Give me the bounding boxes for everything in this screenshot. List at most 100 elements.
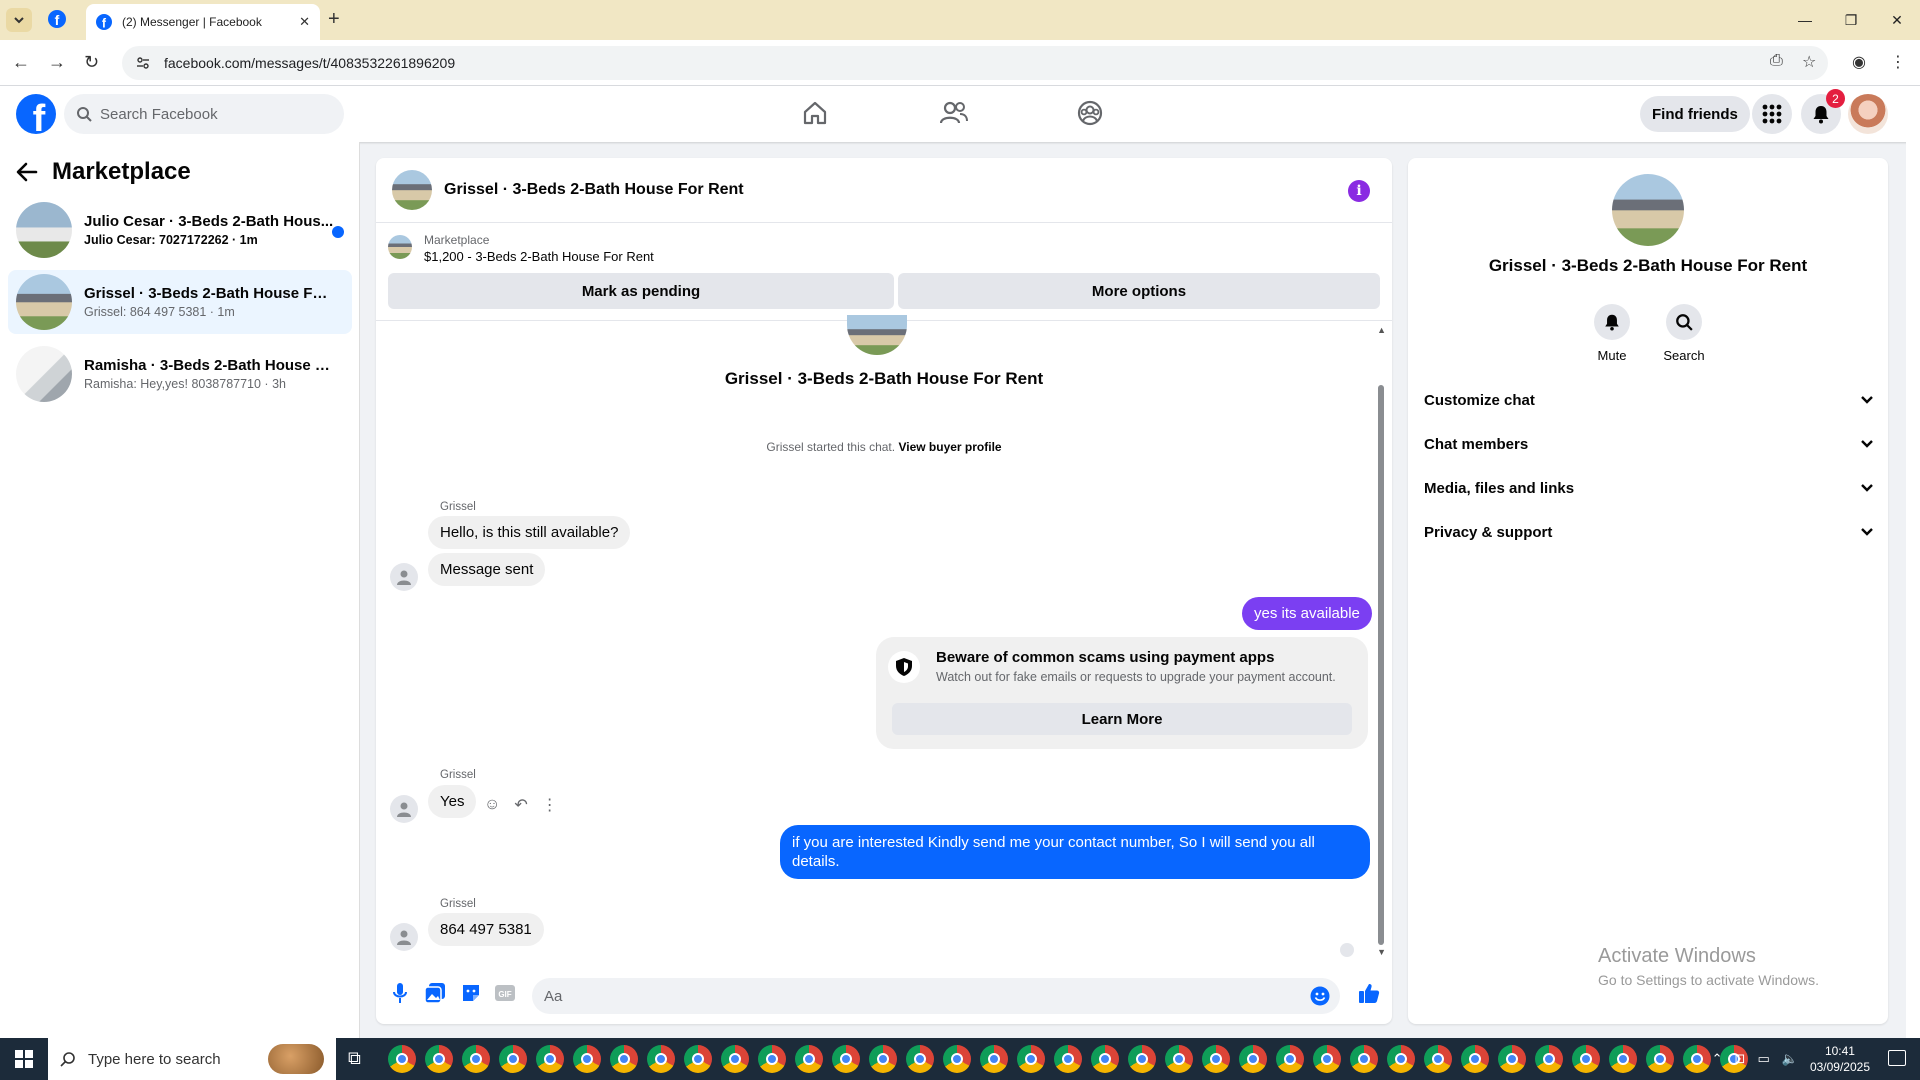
- install-app-icon[interactable]: ⎙: [1770, 52, 1783, 70]
- more-options-button[interactable]: More options: [898, 273, 1380, 309]
- conversation-avatar-large[interactable]: [1612, 174, 1684, 246]
- message-bubble-outgoing[interactable]: if you are interested Kindly send me you…: [780, 825, 1370, 879]
- message-input[interactable]: Aa: [532, 978, 1340, 1014]
- chrome-icon[interactable]: [1165, 1045, 1193, 1073]
- scroll-up-arrow-icon[interactable]: ▲: [1377, 325, 1386, 335]
- tab-messenger[interactable]: f (2) Messenger | Facebook ✕: [86, 4, 320, 40]
- page-scrollbar[interactable]: [1906, 86, 1920, 1038]
- chrome-icon[interactable]: [573, 1045, 601, 1073]
- more-actions-icon[interactable]: ⋮: [542, 795, 558, 815]
- chrome-icon[interactable]: [1350, 1045, 1378, 1073]
- menu-grid-button[interactable]: [1752, 94, 1792, 134]
- react-emoji-icon[interactable]: ☺: [484, 796, 500, 814]
- close-window-icon[interactable]: ✕: [1874, 0, 1920, 40]
- chrome-icon[interactable]: [610, 1045, 638, 1073]
- chrome-icon[interactable]: [1461, 1045, 1489, 1073]
- reload-icon[interactable]: ↻: [84, 52, 99, 73]
- chrome-icon[interactable]: [943, 1045, 971, 1073]
- taskbar-search-field[interactable]: Type here to search: [48, 1038, 336, 1080]
- forward-arrow-icon[interactable]: →: [48, 52, 66, 73]
- chrome-icon[interactable]: [1646, 1045, 1674, 1073]
- chrome-icon[interactable]: [906, 1045, 934, 1073]
- chrome-icon[interactable]: [1572, 1045, 1600, 1073]
- message-bubble-outgoing[interactable]: yes its available: [1242, 597, 1372, 630]
- restore-icon[interactable]: ❐: [1828, 0, 1874, 40]
- info-icon[interactable]: i: [1348, 180, 1370, 202]
- back-arrow-icon[interactable]: [16, 162, 38, 182]
- customize-chat-row[interactable]: Customize chat: [1424, 380, 1874, 420]
- account-avatar[interactable]: [1848, 94, 1888, 134]
- message-bubble-incoming[interactable]: Message sent: [428, 553, 546, 586]
- chrome-icon[interactable]: [1609, 1045, 1637, 1073]
- privacy-support-row[interactable]: Privacy & support: [1424, 512, 1874, 552]
- message-bubble-incoming[interactable]: Hello, is this still available?: [428, 516, 631, 549]
- search-in-conversation-button[interactable]: Search: [1654, 304, 1714, 363]
- chrome-icon[interactable]: [425, 1045, 453, 1073]
- chrome-icon[interactable]: [684, 1045, 712, 1073]
- chrome-icon[interactable]: [1424, 1045, 1452, 1073]
- chrome-icon[interactable]: [1498, 1045, 1526, 1073]
- conversation-avatar[interactable]: [392, 170, 432, 210]
- photo-icon[interactable]: [424, 982, 446, 1004]
- new-tab-button[interactable]: +: [328, 8, 340, 31]
- gif-icon[interactable]: GIF: [494, 982, 516, 1004]
- friends-icon[interactable]: [940, 100, 968, 126]
- chrome-icon[interactable]: [388, 1045, 416, 1073]
- chrome-icon[interactable]: [758, 1045, 786, 1073]
- meet-now-icon[interactable]: ⊡: [1735, 1051, 1746, 1067]
- view-buyer-profile-link[interactable]: View buyer profile: [898, 440, 1001, 454]
- action-center-icon[interactable]: [1888, 1050, 1906, 1066]
- message-bubble-incoming[interactable]: Yes: [428, 785, 477, 818]
- chrome-icon[interactable]: [1054, 1045, 1082, 1073]
- media-files-links-row[interactable]: Media, files and links: [1424, 468, 1874, 508]
- like-thumb-icon[interactable]: [1358, 982, 1380, 1004]
- chrome-icon[interactable]: [536, 1045, 564, 1073]
- chrome-icon[interactable]: [1313, 1045, 1341, 1073]
- minimize-icon[interactable]: —: [1782, 0, 1828, 40]
- message-scrollbar[interactable]: [1378, 385, 1384, 945]
- chrome-icon[interactable]: [1535, 1045, 1563, 1073]
- chrome-icon[interactable]: [795, 1045, 823, 1073]
- chat-item-julio[interactable]: Julio Cesar · 3-Beds 2-Bath Hous... Juli…: [8, 198, 352, 262]
- chrome-icon[interactable]: [1091, 1045, 1119, 1073]
- learn-more-button[interactable]: Learn More: [892, 703, 1352, 735]
- chrome-icon[interactable]: [869, 1045, 897, 1073]
- chrome-icon[interactable]: [1128, 1045, 1156, 1073]
- tray-overflow-icon[interactable]: ⌃: [1712, 1051, 1723, 1067]
- message-bubble-incoming[interactable]: 864 497 5381: [428, 913, 544, 946]
- mute-button[interactable]: Mute: [1582, 304, 1642, 363]
- chrome-icon[interactable]: [1387, 1045, 1415, 1073]
- profile-icon[interactable]: ◉: [1852, 52, 1866, 72]
- groups-icon[interactable]: [1077, 100, 1103, 126]
- chrome-icon[interactable]: [832, 1045, 860, 1073]
- chrome-icon[interactable]: [721, 1045, 749, 1073]
- chrome-icon[interactable]: [647, 1045, 675, 1073]
- listing-name[interactable]: $1,200 - 3-Beds 2-Bath House For Rent: [424, 249, 654, 264]
- chrome-icon[interactable]: [499, 1045, 527, 1073]
- find-friends-button[interactable]: Find friends: [1640, 96, 1750, 132]
- volume-icon[interactable]: 🔈: [1782, 1051, 1798, 1067]
- network-icon[interactable]: ▭: [1757, 1051, 1769, 1067]
- pinned-tab-facebook[interactable]: f: [48, 10, 66, 31]
- chrome-icon[interactable]: [1202, 1045, 1230, 1073]
- task-view-icon[interactable]: ⧉: [348, 1048, 361, 1069]
- address-bar[interactable]: facebook.com/messages/t/4083532261896209: [122, 46, 1828, 80]
- facebook-search-field[interactable]: Search Facebook: [64, 94, 344, 134]
- browser-menu-icon[interactable]: ⋮: [1890, 52, 1906, 72]
- chrome-icon[interactable]: [1017, 1045, 1045, 1073]
- microphone-icon[interactable]: [392, 982, 408, 1004]
- bookmark-star-icon[interactable]: ☆: [1802, 52, 1816, 72]
- chat-item-ramisha[interactable]: Ramisha · 3-Beds 2-Bath House Fo... Rami…: [8, 342, 352, 406]
- sticker-icon[interactable]: [460, 982, 482, 1004]
- facebook-logo[interactable]: f: [16, 94, 56, 134]
- scroll-down-arrow-icon[interactable]: ▼: [1377, 947, 1386, 957]
- reply-icon[interactable]: ↶: [514, 795, 527, 815]
- site-info-icon[interactable]: [136, 56, 150, 70]
- chrome-icon[interactable]: [980, 1045, 1008, 1073]
- close-tab-icon[interactable]: ✕: [299, 14, 310, 30]
- emoji-icon[interactable]: [1310, 986, 1330, 1006]
- home-icon[interactable]: [802, 100, 828, 126]
- taskbar-clock[interactable]: 10:41 03/09/2025: [1810, 1043, 1870, 1075]
- start-button[interactable]: [0, 1038, 48, 1080]
- chrome-icon[interactable]: [1276, 1045, 1304, 1073]
